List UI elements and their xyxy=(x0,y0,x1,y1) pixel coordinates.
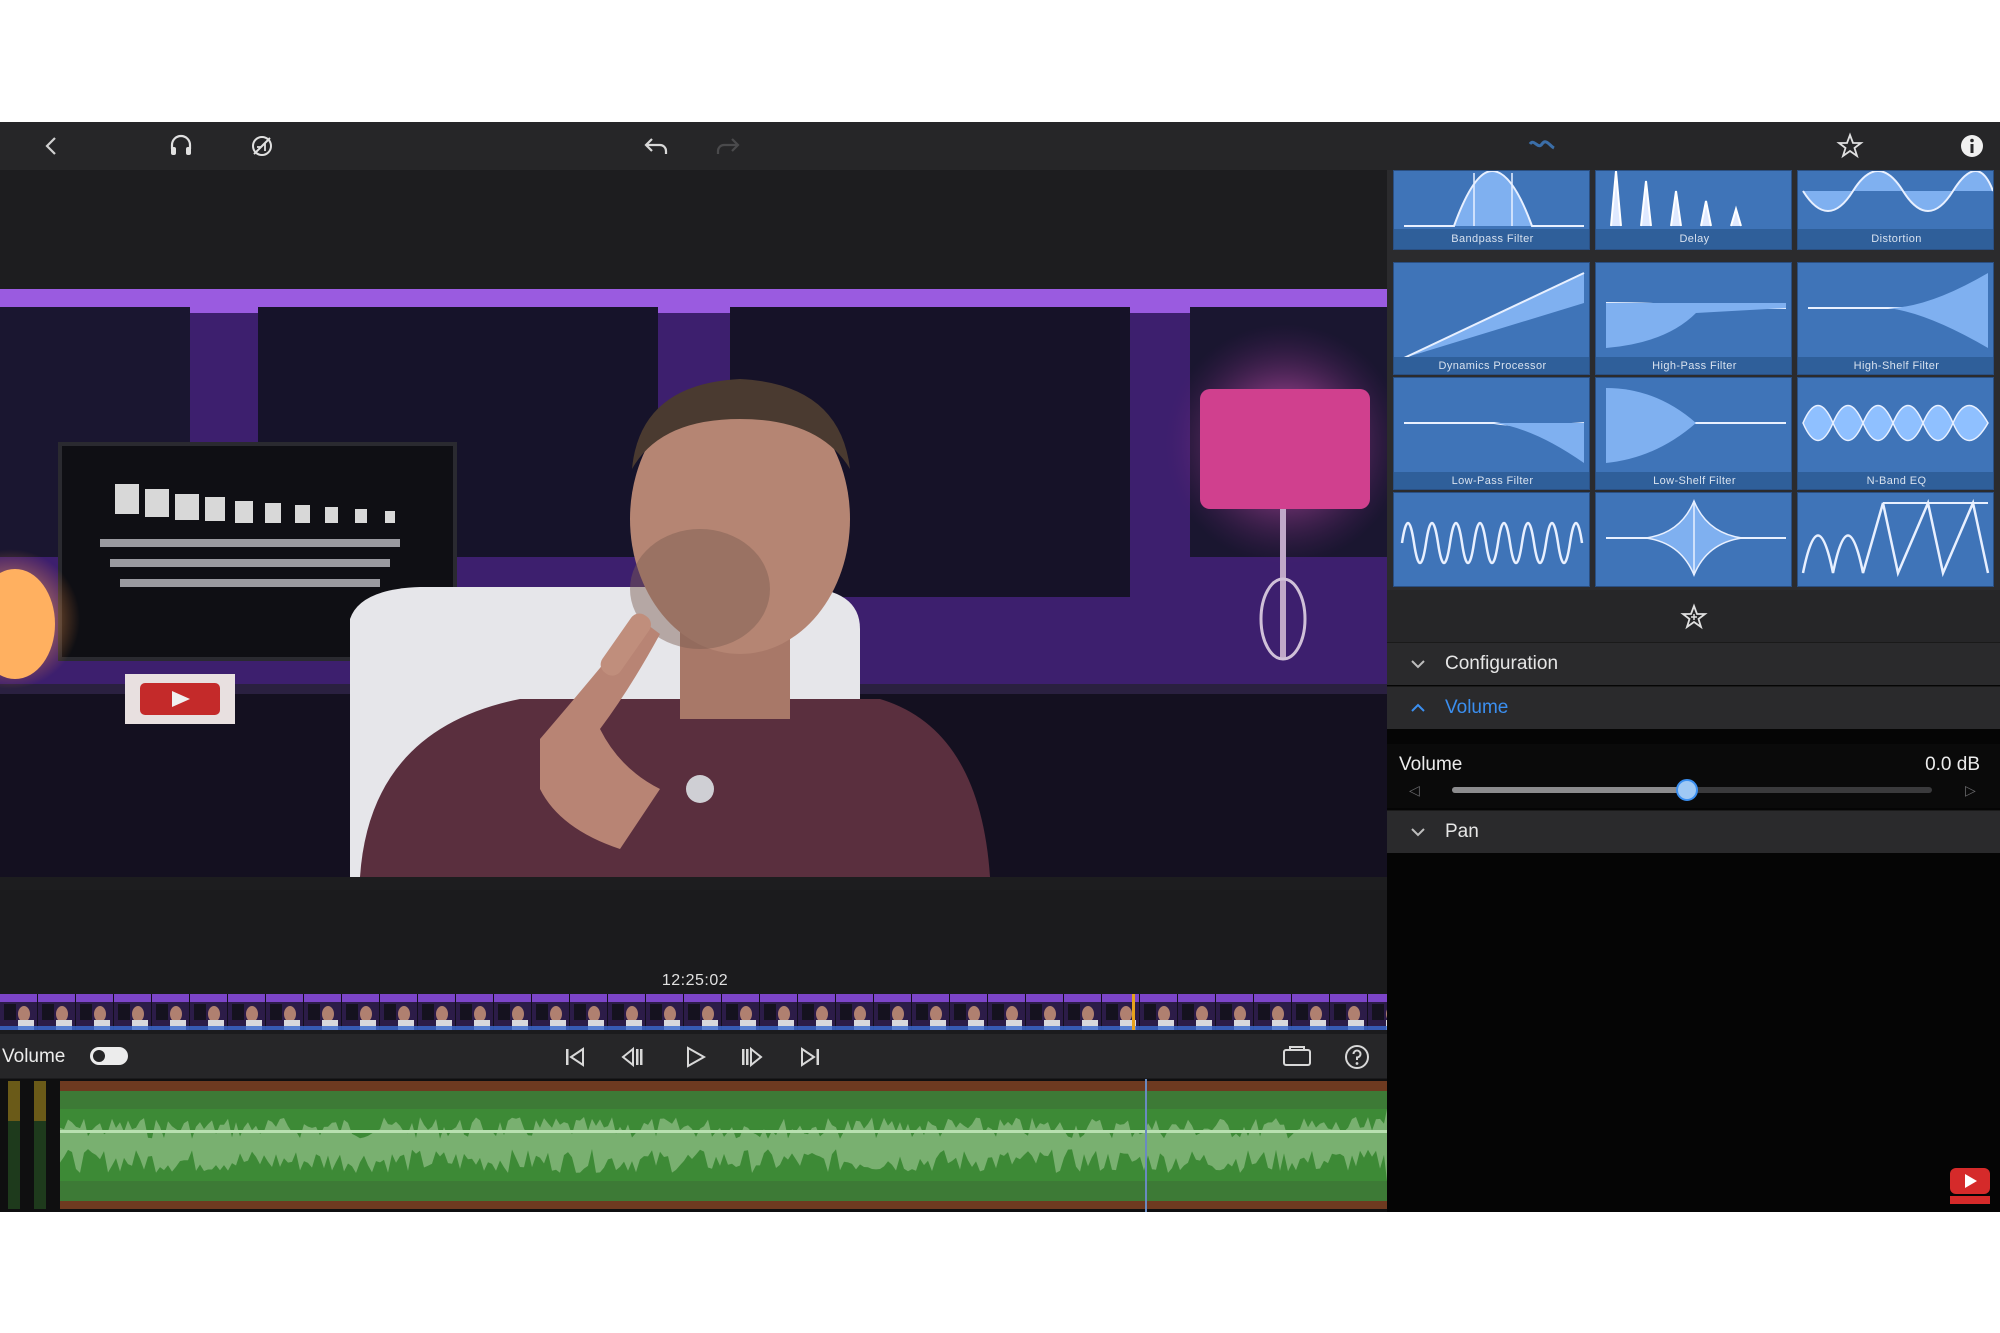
filmstrip-frames xyxy=(0,994,1387,1030)
inspector-panel: Bandpass Filter Delay Distortion Dynamic… xyxy=(1387,170,2000,1212)
volume-track-label: Volume xyxy=(2,1046,66,1067)
effect-label: High-Pass Filter xyxy=(1652,360,1737,372)
subscribe-logo xyxy=(1950,1168,1990,1204)
favorites-row xyxy=(1387,590,2000,642)
play-icon[interactable] xyxy=(680,1042,710,1072)
volume-section-title: Volume xyxy=(1445,697,1509,718)
chevron-up-icon xyxy=(1411,703,1425,712)
effect-tile-dynamics[interactable]: Dynamics Processor xyxy=(1393,262,1590,375)
mute-icon[interactable] xyxy=(246,130,278,162)
transport-bar: Volume xyxy=(0,1034,1387,1078)
audio-effects-grid: Bandpass Filter Delay Distortion Dynamic… xyxy=(1387,170,2000,590)
volume-slider-fill xyxy=(1452,787,1688,793)
effect-tile-peak-eq[interactable] xyxy=(1595,492,1792,587)
skip-to-start-icon[interactable] xyxy=(560,1042,590,1072)
playhead[interactable] xyxy=(1132,994,1135,1030)
back-icon[interactable] xyxy=(36,130,68,162)
effect-tile-lowshelf[interactable]: Low-Shelf Filter xyxy=(1595,377,1792,490)
volume-increase-icon[interactable]: ▷ xyxy=(1965,782,1976,799)
top-toolbar xyxy=(0,122,2000,170)
effect-label: N-Band EQ xyxy=(1866,475,1927,487)
waveform-graphic xyxy=(8,1079,1387,1212)
effect-tile-lowpass[interactable]: Low-Pass Filter xyxy=(1393,377,1590,490)
effect-label: Distortion xyxy=(1871,233,1922,245)
effect-tile-delay[interactable]: Delay xyxy=(1595,170,1792,250)
effect-label: Low-Shelf Filter xyxy=(1653,475,1736,487)
step-forward-icon[interactable] xyxy=(737,1042,767,1072)
pan-section-header[interactable]: Pan xyxy=(1387,810,2000,853)
filmstrip-timeline[interactable] xyxy=(0,994,1387,1030)
audio-waveform-track[interactable] xyxy=(0,1079,1387,1212)
timecode-label: 12:25:02 xyxy=(661,972,729,989)
configuration-title: Configuration xyxy=(1445,653,1559,674)
chevron-down-icon xyxy=(1411,660,1425,669)
pan-title: Pan xyxy=(1445,821,1479,842)
video-frame-image xyxy=(0,289,1387,877)
volume-keyframe-toggle[interactable] xyxy=(90,1047,128,1065)
redo-icon[interactable] xyxy=(712,130,744,162)
video-viewer xyxy=(0,170,1387,890)
chevron-down-icon xyxy=(1411,828,1425,837)
info-icon[interactable] xyxy=(1956,130,1988,162)
audio-waveform-icon[interactable] xyxy=(1526,130,1558,162)
video-frame xyxy=(0,289,1387,877)
app-window: 12:25:02 Volume Bandpass Filter Delay Di… xyxy=(0,122,2000,1212)
solo-headphones-icon[interactable] xyxy=(165,130,197,162)
effect-label: Dynamics Processor xyxy=(1438,360,1547,372)
volume-section-header[interactable]: Volume xyxy=(1387,686,2000,729)
effect-tile-ring-modulator[interactable] xyxy=(1797,492,1994,587)
effect-tile-oscillator[interactable] xyxy=(1393,492,1590,587)
effect-tile-highshelf[interactable]: High-Shelf Filter xyxy=(1797,262,1994,375)
volume-decrease-icon[interactable]: ◁ xyxy=(1409,782,1420,799)
favorite-star-icon[interactable] xyxy=(1834,130,1866,162)
volume-control: Volume 0.0 dB ◁ ▷ xyxy=(1387,744,2000,808)
configuration-section-header[interactable]: Configuration xyxy=(1387,642,2000,685)
effect-label: Delay xyxy=(1679,233,1710,245)
help-icon[interactable] xyxy=(1342,1042,1372,1072)
step-back-icon[interactable] xyxy=(617,1042,647,1072)
effect-label: Low-Pass Filter xyxy=(1451,475,1534,487)
effect-tile-bandpass[interactable]: Bandpass Filter xyxy=(1393,170,1590,250)
skip-to-end-icon[interactable] xyxy=(795,1042,825,1072)
add-favorite-star-icon[interactable] xyxy=(1680,603,1708,631)
volume-label: Volume xyxy=(1399,754,1463,775)
volume-slider-knob[interactable] xyxy=(1676,779,1699,801)
effect-label: Bandpass Filter xyxy=(1451,233,1534,245)
effect-tile-highpass[interactable]: High-Pass Filter xyxy=(1595,262,1792,375)
clip-trim-icon[interactable] xyxy=(1282,1042,1312,1072)
effect-tile-nband-eq[interactable]: N-Band EQ xyxy=(1797,377,1994,490)
undo-icon[interactable] xyxy=(640,130,672,162)
volume-value: 0.0 dB xyxy=(1925,754,1980,775)
effect-tile-distortion[interactable]: Distortion xyxy=(1797,170,1994,250)
effect-label: High-Shelf Filter xyxy=(1853,360,1940,372)
